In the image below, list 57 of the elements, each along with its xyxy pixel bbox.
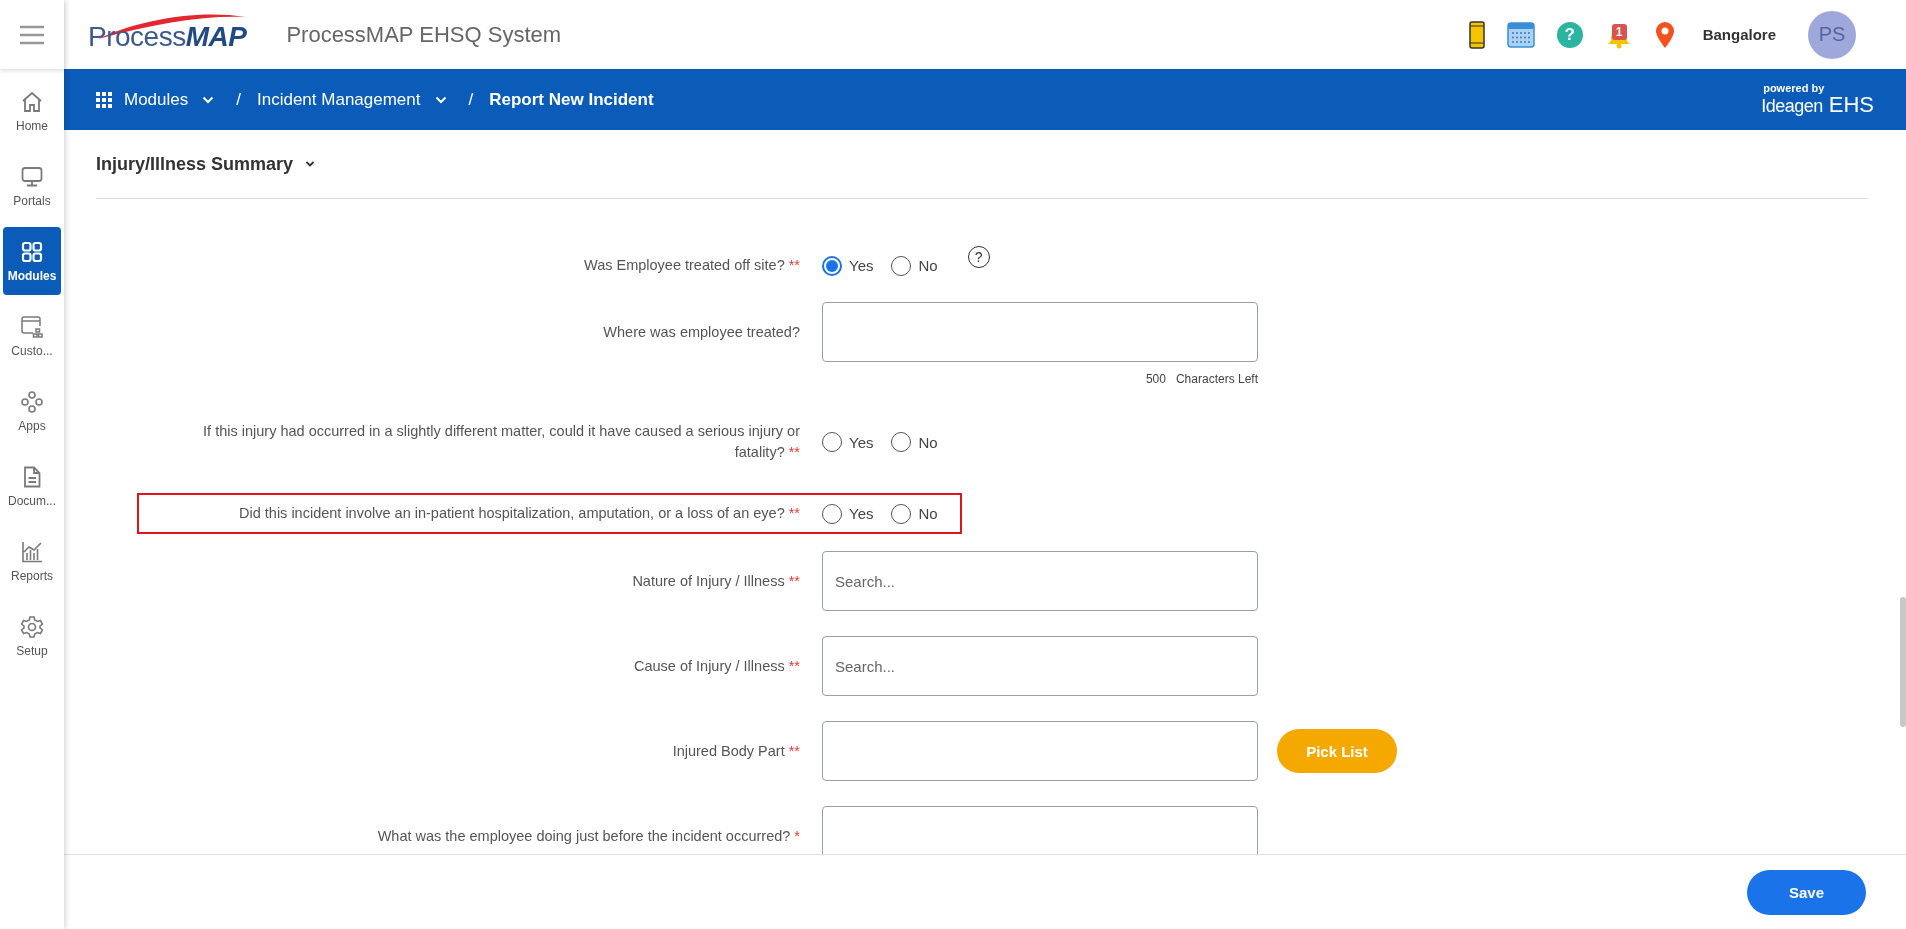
search-field[interactable]: Search... bbox=[822, 636, 1258, 697]
search-field[interactable]: Search... bbox=[822, 551, 1258, 612]
save-button[interactable]: Save bbox=[1747, 869, 1866, 915]
settings-icon bbox=[20, 614, 44, 639]
chart-icon bbox=[20, 539, 44, 564]
field-label: Injured Body Part ** bbox=[672, 742, 800, 759]
location-pin-icon[interactable] bbox=[1654, 20, 1675, 49]
field-label: If this injury had occurred in a slightly different matter, could it have caused a serious injury or fatality? ** bbox=[203, 423, 800, 461]
phone-icon[interactable] bbox=[1468, 20, 1485, 49]
radio-option[interactable]: No bbox=[891, 503, 938, 524]
radio-option[interactable]: No bbox=[891, 255, 938, 276]
radio-option[interactable]: Yes bbox=[822, 432, 874, 453]
window-icon bbox=[20, 314, 44, 339]
radio-option[interactable]: Yes bbox=[822, 503, 874, 524]
sidebar-item[interactable]: Reports bbox=[3, 527, 61, 595]
field-label: Nature of Injury / Illness ** bbox=[632, 572, 800, 589]
counter-label: Characters Left bbox=[1175, 372, 1258, 386]
scrollbar-thumb[interactable] bbox=[1900, 597, 1906, 727]
radio-button[interactable] bbox=[822, 255, 842, 276]
breadcrumb-link[interactable]: Incident Management bbox=[257, 89, 447, 110]
radio-option[interactable]: No bbox=[891, 432, 938, 453]
chevron-down-icon bbox=[434, 95, 447, 104]
powered-by-logo: powered by Ideagen EHS bbox=[1761, 83, 1874, 116]
chevron-down-icon[interactable] bbox=[305, 159, 316, 169]
radio-option[interactable]: Yes bbox=[822, 255, 874, 276]
text-field[interactable] bbox=[822, 721, 1258, 782]
breadcrumb-link[interactable]: Report New Incident bbox=[489, 89, 654, 110]
location-name: Bangalore bbox=[1702, 26, 1776, 43]
calendar-icon[interactable] bbox=[1506, 21, 1535, 48]
field-label: What was the employee doing just before the incident occurred? * bbox=[377, 827, 800, 844]
menu-icon[interactable] bbox=[19, 24, 45, 45]
grid-icon bbox=[20, 239, 44, 264]
home-icon bbox=[20, 89, 44, 114]
field-label: Where was employee treated? bbox=[603, 323, 800, 340]
notification-badge: 1 bbox=[1611, 23, 1627, 40]
sidebar-item[interactable]: Modules bbox=[3, 227, 61, 295]
sidebar-item[interactable]: Portals bbox=[3, 152, 61, 220]
text-field[interactable] bbox=[822, 302, 1258, 362]
sidebar-item[interactable]: Home bbox=[3, 77, 61, 145]
chevron-down-icon bbox=[202, 95, 215, 104]
field-label: Did this incident involve an in-patient hospitalization, amputation, or a loss of an eye? ** bbox=[239, 505, 800, 522]
app-title: ProcessMAP EHSQ System bbox=[286, 21, 562, 48]
field-label: Was Employee treated off site? ** bbox=[584, 257, 800, 273]
breadcrumb-separator: / bbox=[468, 89, 474, 110]
monitor-icon bbox=[20, 164, 44, 189]
breadcrumb-separator: / bbox=[236, 89, 241, 110]
apps-grid-icon[interactable] bbox=[96, 91, 112, 108]
character-count: 500 bbox=[1145, 372, 1166, 386]
section-title[interactable]: Injury/Illness Summary bbox=[96, 153, 294, 175]
sidebar-item[interactable]: Custo... bbox=[3, 302, 61, 370]
text-field[interactable] bbox=[822, 806, 1258, 854]
sidebar-item[interactable]: Apps bbox=[3, 377, 61, 445]
sidebar-item[interactable]: Docum... bbox=[3, 452, 61, 520]
circles-icon bbox=[20, 389, 44, 414]
field-label: Cause of Injury / Illness ** bbox=[634, 657, 800, 674]
sidebar-item[interactable]: Setup bbox=[3, 602, 61, 670]
breadcrumb-link[interactable]: Modules bbox=[124, 89, 215, 110]
